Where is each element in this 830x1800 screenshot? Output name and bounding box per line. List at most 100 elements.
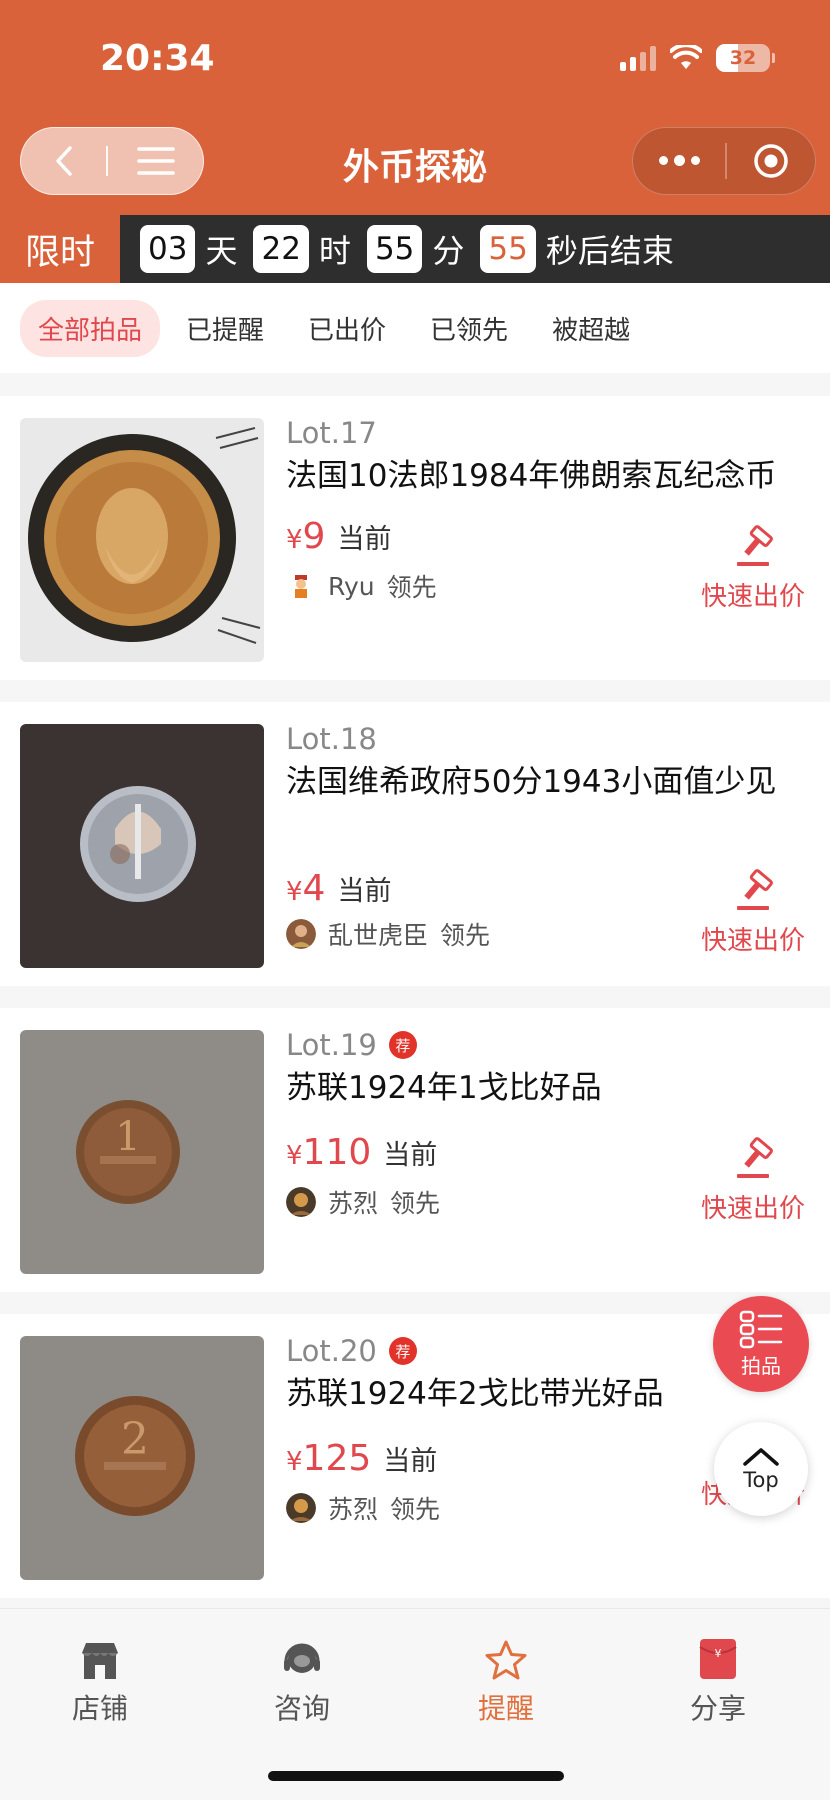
recommended-badge: 荐: [388, 1031, 417, 1059]
currency-symbol: ¥: [286, 1141, 303, 1171]
tab-label: 咨询: [273, 1692, 330, 1725]
tab-label: 店铺: [71, 1692, 128, 1725]
auction-list-button[interactable]: 拍品: [713, 1296, 809, 1392]
gavel-icon: [737, 525, 773, 566]
leader-info: Ryu 领先: [286, 568, 437, 604]
tab-store[interactable]: 店铺: [20, 1631, 180, 1727]
svg-text:1: 1: [115, 1114, 140, 1160]
price-label: 当前: [337, 524, 392, 555]
lot-number-text: Lot.20: [286, 1334, 377, 1368]
item-title[interactable]: 法国维希政府50分1943小面值少见: [286, 762, 806, 802]
battery-icon: 32: [716, 44, 775, 72]
countdown-suffix: 秒后结束: [545, 232, 674, 270]
avatar: [286, 1493, 316, 1523]
price-value: 125: [302, 1438, 372, 1479]
quick-bid-button[interactable]: 快速出价: [698, 868, 808, 957]
close-button[interactable]: [727, 142, 815, 180]
current-price: ¥ 9 当前: [286, 516, 391, 557]
hours-unit: 时: [318, 232, 351, 270]
chevron-up-icon: [743, 1448, 779, 1466]
store-icon: [82, 1643, 118, 1679]
current-price: ¥ 125 当前: [286, 1438, 437, 1479]
avatar: [286, 571, 316, 601]
tab-share[interactable]: ¥ 分享: [638, 1631, 798, 1727]
currency-symbol: ¥: [286, 525, 303, 555]
back-to-top-button[interactable]: Top: [714, 1422, 808, 1516]
countdown-bar: 限时 03 天 22 时 55 分 55 秒后结束: [0, 215, 830, 283]
more-button[interactable]: [633, 155, 725, 166]
quick-bid-label: 快速出价: [700, 926, 805, 956]
leader-name: 乱世虎臣: [328, 921, 429, 950]
item-image[interactable]: 2: [20, 1336, 264, 1580]
signal-icon: [620, 45, 656, 71]
current-price: ¥ 4 当前: [286, 868, 391, 909]
quick-bid-label: 快速出价: [700, 1194, 805, 1224]
auction-item[interactable]: Lot.18 法国维希政府50分1943小面值少见 ¥ 4 当前 乱世虎臣 领先…: [0, 702, 830, 986]
filter-tabs: 全部拍品 已提醒 已出价 已领先 被超越: [0, 283, 830, 373]
tab-consult[interactable]: 咨询: [222, 1631, 382, 1727]
headset-icon: [284, 1643, 320, 1673]
avatar: [286, 1187, 316, 1217]
auction-item[interactable]: Lot.17 法国10法郎1984年佛朗索瓦纪念币 ¥ 9 当前 Ryu 领先 …: [0, 396, 830, 680]
list-icon: [739, 1310, 783, 1348]
countdown-hours: 22: [253, 225, 309, 273]
gavel-icon: [737, 869, 773, 910]
lot-number: Lot.17: [286, 416, 377, 450]
wifi-icon: [670, 45, 702, 69]
price-label: 当前: [383, 1446, 438, 1477]
red-envelope-icon: ¥: [699, 1639, 737, 1679]
battery-level: 32: [729, 47, 757, 69]
item-image[interactable]: [20, 724, 264, 968]
item-title[interactable]: 苏联1924年2戈比带光好品: [286, 1374, 806, 1414]
mini-program-capsule: [632, 127, 816, 195]
countdown-minutes: 55: [366, 225, 423, 273]
leader-label: 领先: [386, 573, 437, 602]
filter-bid[interactable]: 已出价: [290, 300, 404, 357]
leader-label: 领先: [390, 1495, 441, 1524]
filter-reminded[interactable]: 已提醒: [168, 300, 282, 357]
filter-outbid[interactable]: 被超越: [534, 300, 648, 357]
price-value: 110: [302, 1132, 372, 1173]
tab-label: 分享: [689, 1692, 746, 1725]
avatar: [286, 919, 316, 949]
current-price: ¥ 110 当前: [286, 1132, 437, 1173]
leader-info: 苏烈 领先: [286, 1184, 440, 1220]
leader-label: 领先: [440, 921, 491, 950]
star-icon: [485, 1640, 527, 1680]
leader-info: 苏烈 领先: [286, 1490, 440, 1526]
item-image[interactable]: 1: [20, 1030, 264, 1274]
lot-number: Lot.20 荐: [286, 1334, 417, 1368]
target-icon: [754, 144, 788, 178]
countdown-days: 03: [140, 225, 196, 273]
leader-name: 苏烈: [328, 1495, 379, 1524]
price-value: 9: [302, 516, 326, 557]
lot-number: Lot.19 荐: [286, 1028, 417, 1062]
auction-item[interactable]: 2 Lot.20 荐 苏联1924年2戈比带光好品 ¥ 125 当前 苏烈 领先…: [0, 1314, 830, 1598]
svg-text:2: 2: [121, 1414, 149, 1465]
leader-info: 乱世虎臣 领先: [286, 916, 490, 952]
item-title[interactable]: 苏联1924年1戈比好品: [286, 1068, 806, 1108]
filter-all[interactable]: 全部拍品: [20, 299, 161, 357]
status-icons: 32: [620, 44, 775, 72]
home-indicator: [268, 1771, 564, 1781]
quick-bid-label: 快速出价: [700, 582, 805, 612]
countdown-label: 限时: [0, 215, 120, 283]
status-time: 20:34: [100, 38, 215, 79]
auction-item[interactable]: 1 Lot.19 荐 苏联1924年1戈比好品 ¥ 110 当前 苏烈 领先 快…: [0, 1008, 830, 1292]
quick-bid-button[interactable]: 快速出价: [698, 1136, 808, 1225]
minutes-unit: 分: [432, 232, 465, 270]
lot-number: Lot.18: [286, 722, 377, 756]
tab-reminder[interactable]: 提醒: [426, 1631, 586, 1727]
item-title[interactable]: 法国10法郎1984年佛朗索瓦纪念币: [286, 456, 806, 496]
countdown-timer: 03 天 22 时 55 分 55 秒后结束: [120, 215, 830, 283]
svg-text:¥: ¥: [715, 1647, 722, 1660]
countdown-seconds: 55: [480, 225, 536, 273]
filter-leading[interactable]: 已领先: [412, 300, 526, 357]
quick-bid-button[interactable]: 快速出价: [698, 524, 808, 613]
app-header: 20:34 32 外币探秘: [0, 0, 830, 215]
gavel-icon: [737, 1137, 773, 1178]
days-unit: 天: [205, 232, 238, 270]
price-label: 当前: [383, 1140, 438, 1171]
back-to-top-label: Top: [743, 1468, 779, 1492]
item-image[interactable]: [20, 418, 264, 662]
